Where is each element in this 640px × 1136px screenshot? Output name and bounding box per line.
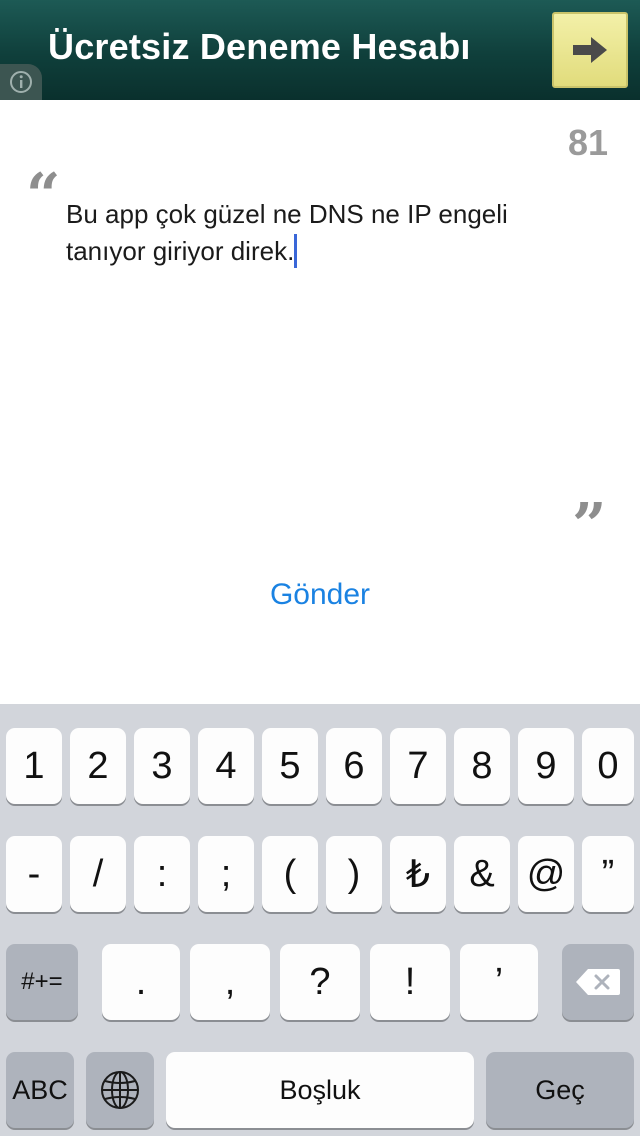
key-comma[interactable]: , [190, 944, 270, 1020]
key-semicolon[interactable]: ; [198, 836, 254, 912]
key-4[interactable]: 4 [198, 728, 254, 804]
page-title: Ücretsiz Deneme Hesabı [48, 26, 471, 67]
arrow-right-icon [573, 37, 607, 63]
key-6[interactable]: 6 [326, 728, 382, 804]
backspace-icon [576, 969, 620, 995]
send-button[interactable]: Gönder [0, 578, 640, 612]
next-button[interactable] [552, 12, 628, 88]
key-3[interactable]: 3 [134, 728, 190, 804]
space-key[interactable]: Boşluk [166, 1052, 474, 1128]
key-2[interactable]: 2 [70, 728, 126, 804]
key-9[interactable]: 9 [518, 728, 574, 804]
symbols-mode-key[interactable]: #+= [6, 944, 78, 1020]
key-close-paren[interactable]: ) [326, 836, 382, 912]
key-question[interactable]: ? [280, 944, 360, 1020]
globe-key[interactable] [86, 1052, 154, 1128]
key-1[interactable]: 1 [6, 728, 62, 804]
text-caret [294, 234, 298, 268]
key-0[interactable]: 0 [582, 728, 634, 804]
app-screen: Ücretsiz Deneme Hesabı 81 “ Bu app çok g… [0, 0, 640, 1136]
key-ampersand[interactable]: & [454, 836, 510, 912]
comment-textarea[interactable]: Bu app çok güzel ne DNS ne IP engeli tan… [66, 196, 586, 270]
key-7[interactable]: 7 [390, 728, 446, 804]
info-icon [10, 71, 32, 93]
globe-icon [101, 1071, 139, 1109]
close-quote-mark: ” [572, 491, 607, 561]
key-quote[interactable]: ” [582, 836, 634, 912]
key-slash[interactable]: / [70, 836, 126, 912]
abc-key[interactable]: ABC [6, 1052, 74, 1128]
header-bar: Ücretsiz Deneme Hesabı [0, 0, 640, 100]
open-quote-mark: “ [26, 161, 61, 231]
key-5[interactable]: 5 [262, 728, 318, 804]
keyboard: 1 2 3 4 5 6 7 8 9 0 - / : ; ( ) ₺ & @ ” … [0, 704, 640, 1136]
key-lira[interactable]: ₺ [390, 836, 446, 912]
key-open-paren[interactable]: ( [262, 836, 318, 912]
comment-text: Bu app çok güzel ne DNS ne IP engeli tan… [66, 199, 508, 266]
key-at[interactable]: @ [518, 836, 574, 912]
go-key[interactable]: Geç [486, 1052, 634, 1128]
info-button[interactable] [0, 64, 42, 100]
backspace-key[interactable] [562, 944, 634, 1020]
key-dash[interactable]: - [6, 836, 62, 912]
key-colon[interactable]: : [134, 836, 190, 912]
key-period[interactable]: . [102, 944, 180, 1020]
key-exclamation[interactable]: ! [370, 944, 450, 1020]
key-apostrophe[interactable]: ’ [460, 944, 538, 1020]
key-8[interactable]: 8 [454, 728, 510, 804]
character-counter: 81 [567, 122, 608, 163]
